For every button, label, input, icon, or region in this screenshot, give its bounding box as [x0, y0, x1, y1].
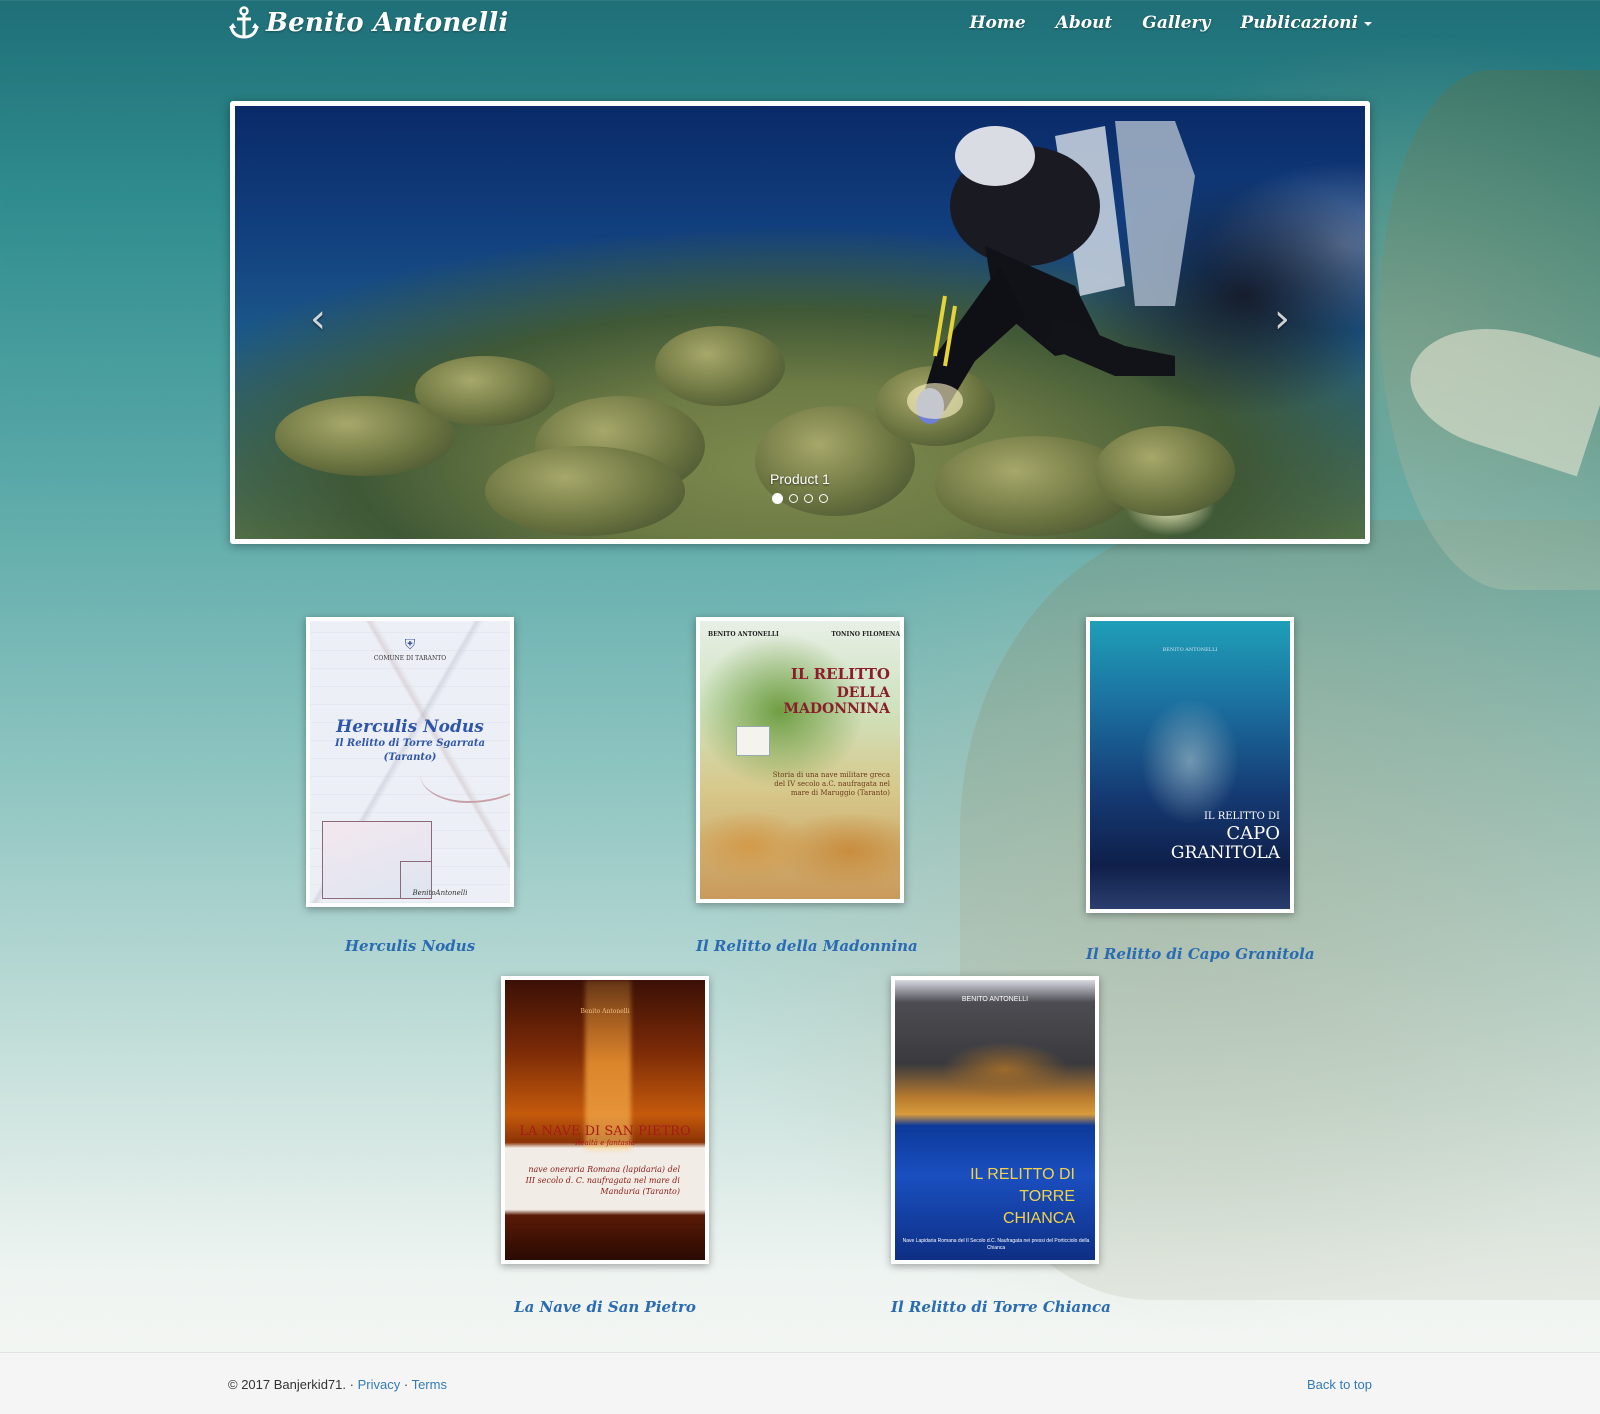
brand-name: Benito Antonelli [266, 8, 509, 38]
book-card-torre-chianca: BENITO ANTONELLI IL RELITTO DI TORRE CHI… [891, 976, 1111, 1316]
cover-text: Benito Antonelli [580, 1008, 630, 1015]
back-to-top-link[interactable]: Back to top [1307, 1377, 1372, 1392]
book-card-capo-granitola: BENITO ANTONELLI IL RELITTO DI CAPO GRAN… [1086, 617, 1315, 963]
book-card-herculis-nodus: ⛨ COMUNE DI TARANTO Herculis Nodus Il Re… [306, 617, 514, 955]
caret-down-icon [1364, 21, 1372, 26]
chevron-right-icon: › [1274, 296, 1290, 342]
amphora-image [655, 326, 785, 406]
cover-text: IL RELITTO DI [970, 1166, 1075, 1183]
anchor-icon [229, 6, 259, 39]
carousel-indicator[interactable] [789, 494, 798, 503]
book-cover[interactable]: BENITO ANTONELLI IL RELITTO DI TORRE CHI… [891, 976, 1099, 1264]
chapel-drawing [736, 726, 770, 756]
cover-text: IL RELITTO [790, 665, 890, 683]
cover-text: GRANITOLA [1170, 843, 1280, 863]
footer-left: © 2017 Banjerkid71. · Privacy · Terms [228, 1377, 447, 1392]
chevron-left-icon: ‹ [310, 296, 326, 342]
carousel: ‹ › Product 1 [230, 101, 1370, 544]
amphora-image [485, 446, 685, 536]
cover-text: BENITO ANTONELLI [708, 631, 779, 638]
cover-text: COMUNE DI TARANTO [373, 655, 447, 662]
cover-text: Storia di una nave militare greca del IV… [772, 771, 890, 797]
footer: © 2017 Banjerkid71. · Privacy · Terms Ba… [0, 1352, 1600, 1414]
book-title-link[interactable]: Il Relitto di Torre Chianca [891, 1298, 1111, 1316]
carousel-indicators [235, 493, 1365, 504]
footer-separator: · [403, 1377, 409, 1392]
cover-text: -Realtà e fantasia- [572, 1139, 638, 1147]
book-card-relitto-madonnina: BENITO ANTONELLI TONINO FILOMENA IL RELI… [696, 617, 918, 955]
book-title-link[interactable]: Il Relitto della Madonnina [696, 937, 918, 955]
amphora-image [415, 356, 555, 426]
crest-icon: ⛨ [404, 637, 416, 653]
navbar: Benito Antonelli Home About Gallery Publ… [0, 0, 1600, 52]
cover-text: DELLA MADONNINA [783, 685, 891, 717]
cover-text: IL RELITTO DI [1203, 811, 1280, 822]
nav-home[interactable]: Home [969, 13, 1025, 33]
cover-text: Herculis Nodus [336, 717, 484, 737]
carousel-prev-button[interactable]: ‹ [310, 296, 326, 342]
cover-text: BENITO ANTONELLI [1162, 647, 1218, 653]
cover-text: CHIANCA [1002, 1210, 1075, 1227]
carousel-indicator[interactable] [804, 494, 813, 503]
book-cover[interactable]: BENITO ANTONELLI IL RELITTO DI CAPO GRAN… [1086, 617, 1294, 913]
book-cover[interactable]: ⛨ COMUNE DI TARANTO Herculis Nodus Il Re… [306, 617, 514, 907]
copyright-text: © 2017 Banjerkid71. [228, 1377, 346, 1392]
cover-text: TONINO FILOMENA [831, 631, 900, 638]
nav-publicazioni-label: Publicazioni [1240, 13, 1358, 33]
cover-text: Nave Lapidaria Romana del II Secolo d.C.… [902, 1238, 1090, 1251]
cover-text: CAPO [1226, 823, 1280, 844]
nav-publicazioni-dropdown[interactable]: Publicazioni [1240, 13, 1372, 33]
footer-separator: · [349, 1377, 354, 1392]
carousel-caption: Product 1 [770, 471, 830, 487]
nav-gallery[interactable]: Gallery [1142, 13, 1210, 33]
carousel-indicator[interactable] [772, 493, 783, 504]
cover-text: BENITO ANTONELLI [961, 996, 1029, 1003]
cover-text: Il Relitto di Torre Sgarrata [334, 738, 486, 749]
main-nav: Home About Gallery Publicazioni [969, 13, 1372, 33]
book-title-link[interactable]: Il Relitto di Capo Granitola [1086, 945, 1315, 963]
footer-right: Back to top [1307, 1377, 1372, 1392]
book-title-link[interactable]: La Nave di San Pietro [501, 1298, 709, 1316]
privacy-link[interactable]: Privacy [358, 1377, 401, 1392]
book-title-link[interactable]: Herculis Nodus [306, 937, 514, 955]
carousel-next-button[interactable]: › [1274, 296, 1290, 342]
carousel-indicator[interactable] [819, 494, 828, 503]
terms-link[interactable]: Terms [412, 1377, 447, 1392]
brand-link[interactable]: Benito Antonelli [228, 6, 508, 40]
diver-image [907, 121, 1195, 424]
cover-text: TORRE [1019, 1188, 1075, 1205]
cover-text: nave oneraria Romana (lapidaria) del III… [525, 1165, 680, 1196]
cover-text: BenitoAntonelli [412, 889, 468, 897]
cover-text: LA NAVE DI SAN PIETRO [519, 1124, 691, 1139]
nav-about[interactable]: About [1056, 13, 1113, 33]
book-cover[interactable]: BENITO ANTONELLI TONINO FILOMENA IL RELI… [696, 617, 904, 903]
book-cover[interactable]: Benito Antonelli LA NAVE DI SAN PIETRO -… [501, 976, 709, 1264]
cover-text: (Taranto) [383, 752, 437, 763]
book-card-nave-san-pietro: Benito Antonelli LA NAVE DI SAN PIETRO -… [501, 976, 709, 1316]
